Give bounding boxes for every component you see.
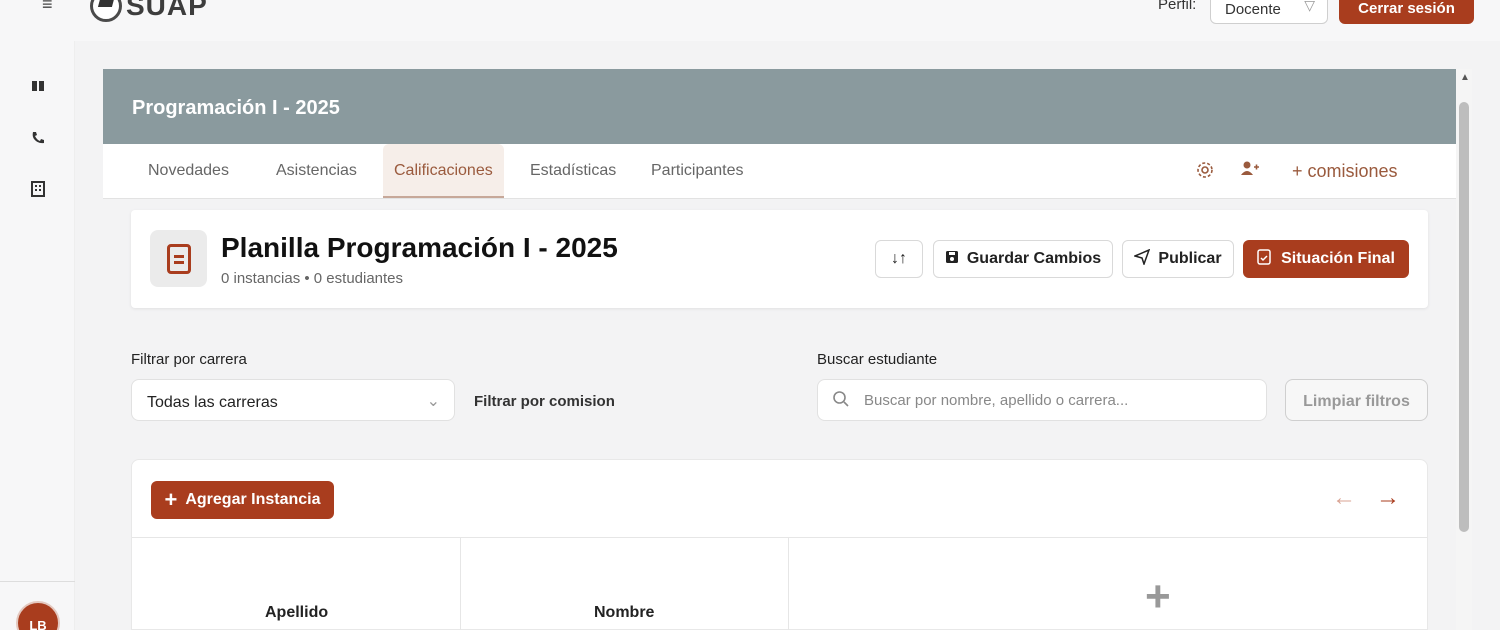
- carrera-value: Todas las carreras: [147, 394, 278, 411]
- clear-filters-button[interactable]: Limpiar filtros: [1285, 379, 1428, 421]
- add-instance-button[interactable]: + Agregar Instancia: [151, 481, 334, 519]
- perfil-value: Docente: [1225, 1, 1281, 18]
- sort-icon: ↓↑: [891, 250, 907, 267]
- avatar[interactable]: LB: [16, 601, 60, 630]
- planilla-subtitle: 0 instancias • 0 estudiantes: [221, 270, 404, 287]
- top-bar: ≡ SUAP Perfil: Docente ▽ Cerrar sesión: [0, 0, 1500, 41]
- scroll-thumb[interactable]: [1459, 102, 1469, 532]
- logo-text: SUAP: [126, 0, 208, 21]
- sidebar: LB: [0, 41, 75, 630]
- column-header-apellido: Apellido: [265, 604, 329, 621]
- course-title: Programación I - 2025: [132, 97, 340, 119]
- scroll-up-icon[interactable]: ▲: [1460, 72, 1470, 83]
- grades-table: + Agregar Instancia ← → Apellido Nombre …: [131, 459, 1428, 630]
- publish-label: Publicar: [1158, 250, 1222, 267]
- spreadsheet-icon: [150, 230, 207, 287]
- situacion-final-label: Situación Final: [1281, 250, 1395, 267]
- add-column-icon[interactable]: +: [1145, 572, 1171, 622]
- tab-participantes[interactable]: Participantes: [651, 144, 744, 198]
- sidebar-divider: [0, 581, 75, 582]
- arrow-right-icon[interactable]: →: [1376, 484, 1400, 512]
- chevron-down-icon: ▽: [1304, 0, 1315, 13]
- tab-novedades[interactable]: Novedades: [148, 144, 229, 198]
- planilla-card: Planilla Programación I - 2025 0 instanc…: [131, 210, 1428, 308]
- save-button[interactable]: Guardar Cambios: [933, 240, 1113, 278]
- building-icon[interactable]: [29, 180, 47, 198]
- carrera-select[interactable]: Todas las carreras ⌄: [131, 379, 455, 421]
- publish-button[interactable]: Publicar: [1122, 240, 1234, 278]
- situacion-final-button[interactable]: Situación Final: [1243, 240, 1409, 278]
- perfil-select[interactable]: Docente ▽: [1210, 0, 1328, 24]
- add-comisiones-button[interactable]: + comisiones: [1292, 161, 1398, 182]
- plus-icon: +: [164, 487, 178, 512]
- sort-button[interactable]: ↓↑: [875, 240, 923, 278]
- save-label: Guardar Cambios: [966, 250, 1102, 267]
- gear-icon[interactable]: [1195, 160, 1215, 185]
- table-toolbar: + Agregar Instancia ← →: [132, 460, 1427, 538]
- logo: SUAP: [90, 0, 208, 22]
- planilla-title: Planilla Programación I - 2025: [221, 232, 618, 263]
- file-check-icon: [1257, 248, 1271, 270]
- filter-comision-label[interactable]: Filtrar por comision: [474, 393, 615, 410]
- course-header: Programación I - 2025: [103, 69, 1456, 144]
- column-header-nombre: Nombre: [594, 604, 655, 621]
- menu-icon[interactable]: ≡: [42, 0, 53, 15]
- phone-icon[interactable]: [29, 129, 47, 147]
- chevron-down-icon: ⌄: [426, 393, 440, 410]
- logo-mark-icon: [90, 0, 122, 22]
- search-input[interactable]: [864, 380, 1260, 420]
- arrow-left-icon[interactable]: ←: [1332, 484, 1356, 512]
- tab-estadisticas[interactable]: Estadísticas: [530, 144, 616, 198]
- logout-button[interactable]: Cerrar sesión: [1339, 0, 1474, 24]
- course-tabs: Novedades Asistencias Calificaciones Est…: [103, 144, 1456, 199]
- search-field[interactable]: [817, 379, 1267, 421]
- search-icon: [832, 390, 850, 413]
- search-label: Buscar estudiante: [817, 351, 938, 368]
- filter-carrera-label: Filtrar por carrera: [131, 351, 247, 368]
- add-user-icon[interactable]: [1241, 160, 1259, 181]
- tab-asistencias[interactable]: Asistencias: [276, 144, 357, 198]
- perfil-label: Perfil:: [1158, 0, 1197, 13]
- send-icon: [1133, 248, 1151, 270]
- tab-calificaciones[interactable]: Calificaciones: [383, 144, 504, 198]
- add-instance-label: Agregar Instancia: [185, 491, 321, 508]
- book-icon[interactable]: [29, 77, 47, 95]
- save-icon: [945, 250, 959, 269]
- scrollbar[interactable]: ▲: [1456, 69, 1472, 630]
